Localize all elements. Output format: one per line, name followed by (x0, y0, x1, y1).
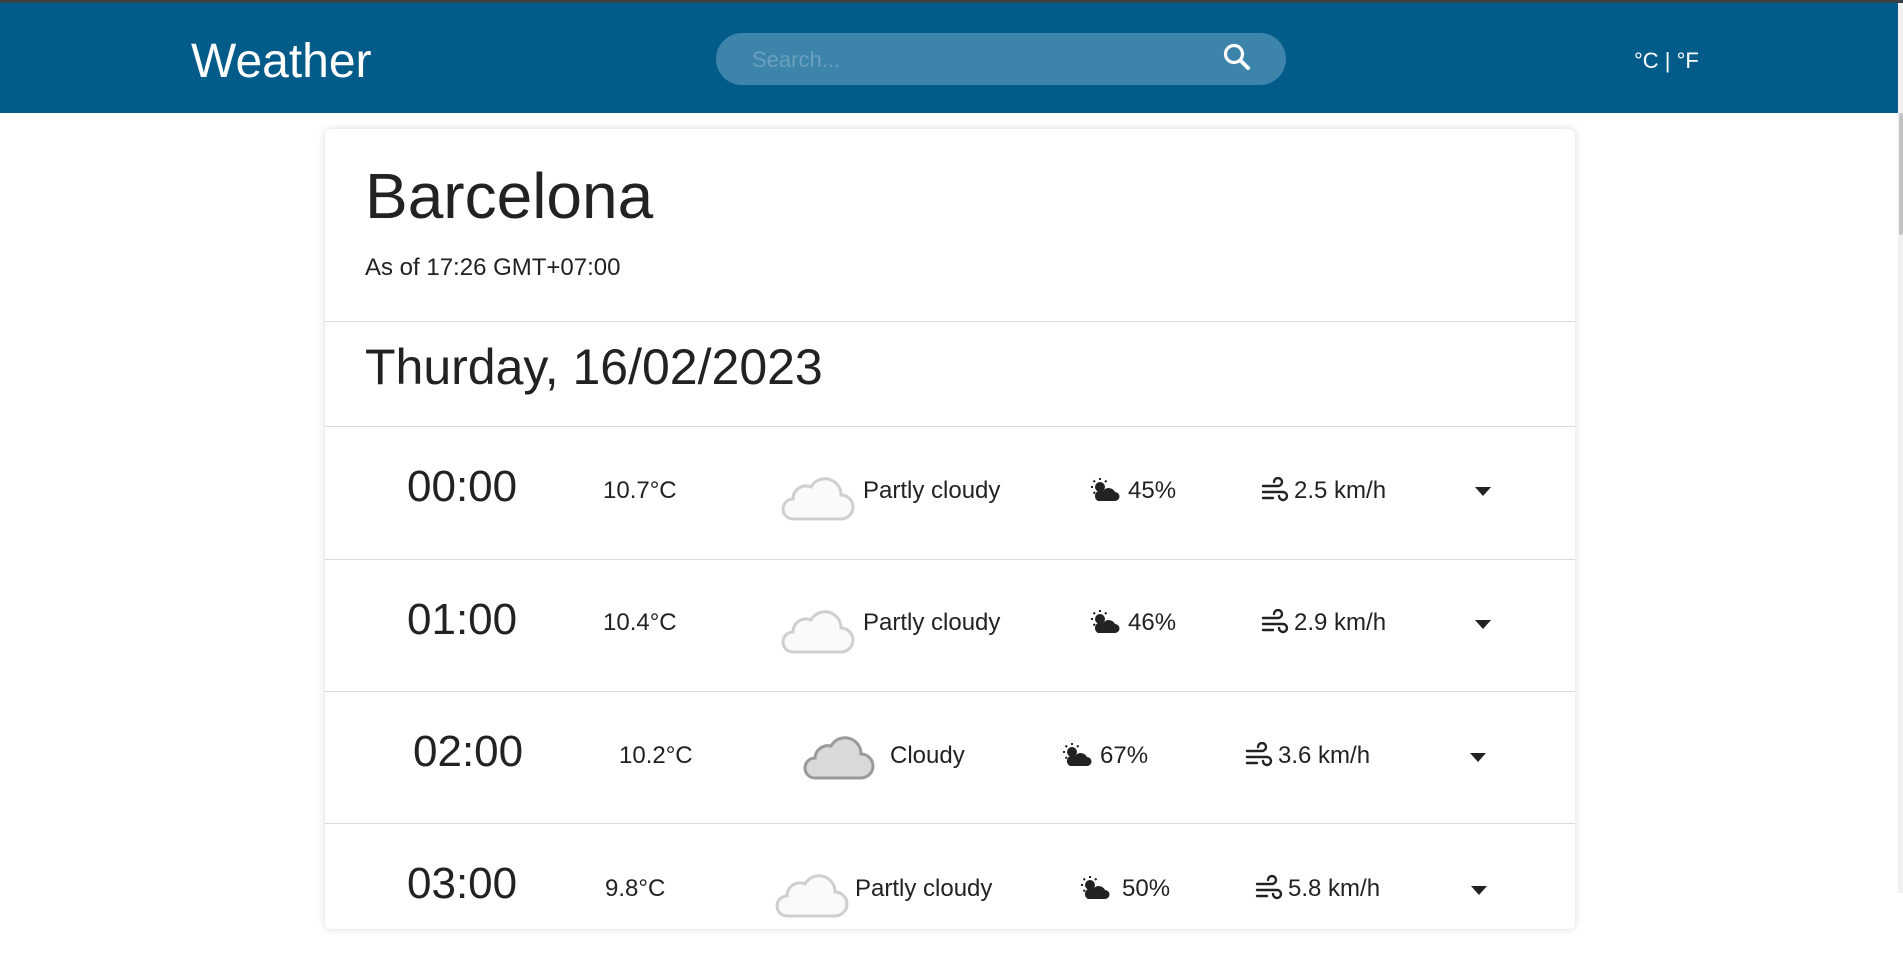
hour-row[interactable]: 02:00 10.2°C Cloudy 67% 3.6 km/h (325, 692, 1575, 824)
hour-row[interactable]: 03:00 9.8°C Partly cloudy 50% 5.8 km/h (325, 824, 1575, 956)
hour-temp: 9.8°C (605, 875, 666, 902)
search-input[interactable] (750, 33, 1214, 87)
divider (325, 321, 1575, 322)
hour-wind: 3.6 km/h (1278, 742, 1371, 769)
hour-row[interactable]: 00:00 10.7°C Partly cloudy 45% 2.5 km/h (325, 427, 1575, 559)
moon-partly-cloudy-icon (775, 852, 849, 918)
hour-humidity: 67% (1100, 742, 1149, 769)
wind-icon (1261, 609, 1289, 634)
hour-temp: 10.7°C (603, 477, 677, 504)
forecast-card: Barcelona As of 17:26 GMT+07:00 Thurday,… (325, 129, 1575, 929)
hour-temp: 10.4°C (603, 609, 677, 636)
wind-icon (1261, 477, 1289, 502)
hour-condition: Partly cloudy (863, 477, 1001, 504)
hour-condition: Partly cloudy (855, 875, 993, 902)
hour-condition: Partly cloudy (863, 609, 1001, 636)
moon-partly-cloudy-icon (781, 588, 855, 654)
search-box[interactable] (716, 33, 1286, 87)
city-name: Barcelona (365, 160, 654, 232)
humidity-icon (1081, 876, 1110, 899)
as-of-time: As of 17:26 GMT+07:00 (365, 254, 621, 281)
hour-time: 02:00 (413, 727, 524, 776)
hour-wind: 5.8 km/h (1288, 875, 1381, 902)
humidity-icon (1091, 478, 1120, 501)
day-title: Thurday, 16/02/2023 (365, 339, 823, 395)
expand-chevron-icon[interactable] (1474, 618, 1492, 630)
unit-toggle[interactable]: °C | °F (1634, 47, 1699, 75)
humidity-icon (1063, 743, 1092, 766)
hour-wind: 2.5 km/h (1294, 477, 1387, 504)
humidity-icon (1091, 610, 1120, 633)
hour-time: 03:00 (407, 859, 518, 908)
moon-partly-cloudy-icon (781, 455, 855, 521)
hour-humidity: 45% (1128, 477, 1177, 504)
expand-chevron-icon[interactable] (1470, 884, 1488, 896)
brand-title[interactable]: Weather (191, 31, 372, 93)
wind-icon (1245, 742, 1273, 767)
search-icon[interactable] (1222, 42, 1252, 72)
top-navbar: Weather °C | °F (0, 3, 1898, 113)
scrollbar-thumb[interactable] (1899, 113, 1903, 235)
expand-chevron-icon[interactable] (1469, 751, 1487, 763)
hour-time: 00:00 (407, 462, 518, 511)
hour-humidity: 46% (1128, 609, 1177, 636)
wind-icon (1255, 875, 1283, 900)
hour-condition: Cloudy (890, 742, 965, 769)
hour-wind: 2.9 km/h (1294, 609, 1387, 636)
hour-temp: 10.2°C (619, 742, 693, 769)
hour-row[interactable]: 01:00 10.4°C Partly cloudy 46% 2.9 km/h (325, 560, 1575, 692)
hour-humidity: 50% (1122, 875, 1171, 902)
hour-time: 01:00 (407, 595, 518, 644)
moon-cloudy-icon (803, 722, 875, 780)
expand-chevron-icon[interactable] (1474, 485, 1492, 497)
